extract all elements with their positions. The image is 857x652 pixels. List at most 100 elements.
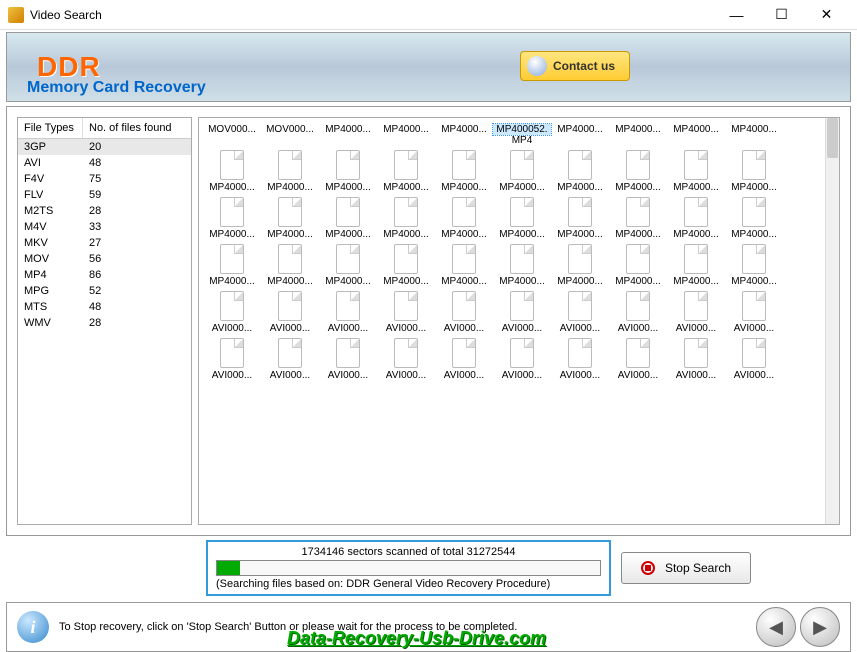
file-item[interactable]: MP4000... [319, 195, 377, 242]
file-item[interactable]: MP4000... [319, 122, 377, 148]
file-item[interactable]: AVI000... [203, 336, 261, 383]
file-label: AVI000... [667, 323, 725, 334]
file-item[interactable]: AVI000... [261, 289, 319, 336]
file-item[interactable]: MP400052.MP4 [493, 122, 551, 148]
table-row[interactable]: M2TS28 [18, 203, 191, 219]
file-item[interactable]: MP4000... [725, 195, 783, 242]
file-item[interactable]: MP4000... [493, 242, 551, 289]
stop-search-button[interactable]: Stop Search [621, 552, 751, 584]
maximize-button[interactable]: ☐ [759, 1, 804, 29]
file-item[interactable]: MP4000... [435, 242, 493, 289]
file-item[interactable]: MP4000... [493, 195, 551, 242]
file-icon [452, 197, 476, 227]
file-item[interactable]: AVI000... [551, 336, 609, 383]
table-row[interactable]: AVI48 [18, 155, 191, 171]
table-row[interactable]: F4V75 [18, 171, 191, 187]
vertical-scrollbar[interactable] [825, 118, 839, 524]
table-row[interactable]: MPG52 [18, 283, 191, 299]
file-item[interactable]: MP4000... [261, 195, 319, 242]
file-item[interactable]: AVI000... [667, 336, 725, 383]
file-icon [278, 150, 302, 180]
file-item[interactable]: MP4000... [725, 148, 783, 195]
table-row[interactable]: MOV56 [18, 251, 191, 267]
file-item[interactable]: AVI000... [261, 336, 319, 383]
file-item[interactable]: AVI000... [435, 336, 493, 383]
app-icon [8, 7, 24, 23]
table-row[interactable]: MTS48 [18, 299, 191, 315]
file-item[interactable]: MP4000... [667, 148, 725, 195]
file-item[interactable]: MP4000... [551, 242, 609, 289]
close-button[interactable]: ✕ [804, 1, 849, 29]
file-item[interactable]: MP4000... [667, 122, 725, 148]
file-item[interactable]: MP4000... [609, 195, 667, 242]
progress-fill [217, 561, 240, 575]
file-item[interactable]: MP4000... [319, 148, 377, 195]
file-label: MP4000... [667, 229, 725, 240]
file-item[interactable]: MP4000... [203, 242, 261, 289]
file-item[interactable]: MOV000... [203, 122, 261, 148]
table-row[interactable]: FLV59 [18, 187, 191, 203]
table-row[interactable]: M4V33 [18, 219, 191, 235]
file-item[interactable]: MP4000... [377, 122, 435, 148]
file-item[interactable]: MP4000... [551, 148, 609, 195]
file-item[interactable]: MP4000... [435, 195, 493, 242]
file-item[interactable]: AVI000... [377, 289, 435, 336]
file-label: MP4000... [435, 124, 493, 135]
file-item[interactable]: MP4000... [377, 195, 435, 242]
file-icon [510, 291, 534, 321]
file-item[interactable]: MP4000... [609, 242, 667, 289]
table-row[interactable]: WMV28 [18, 315, 191, 331]
file-item[interactable]: MP4000... [493, 148, 551, 195]
file-item[interactable]: MP4000... [377, 148, 435, 195]
file-item[interactable]: MP4000... [667, 242, 725, 289]
back-button[interactable]: ◀ [756, 607, 796, 647]
file-item[interactable]: MP4000... [725, 122, 783, 148]
file-item[interactable]: AVI000... [609, 289, 667, 336]
file-item[interactable]: MP4000... [261, 242, 319, 289]
file-item[interactable]: AVI000... [319, 336, 377, 383]
file-item[interactable]: MP4000... [203, 148, 261, 195]
file-item[interactable]: MP4000... [435, 122, 493, 148]
cell-type: MTS [18, 299, 83, 315]
file-item[interactable]: AVI000... [435, 289, 493, 336]
file-item[interactable]: AVI000... [725, 289, 783, 336]
file-icon [220, 291, 244, 321]
file-item[interactable]: AVI000... [493, 289, 551, 336]
table-body[interactable]: 3GP20AVI48F4V75FLV59M2TS28M4V33MKV27MOV5… [18, 139, 191, 524]
cell-count: 48 [83, 299, 191, 315]
file-item[interactable]: AVI000... [203, 289, 261, 336]
cell-type: MPG [18, 283, 83, 299]
file-item[interactable]: AVI000... [725, 336, 783, 383]
file-label: MP4000... [609, 124, 667, 135]
minimize-button[interactable]: — [714, 1, 759, 29]
file-item[interactable]: MP4000... [203, 195, 261, 242]
file-item[interactable]: MP4000... [725, 242, 783, 289]
file-item[interactable]: MP4000... [435, 148, 493, 195]
file-item[interactable]: MP4000... [609, 148, 667, 195]
file-item[interactable]: MOV000... [261, 122, 319, 148]
file-item[interactable]: AVI000... [319, 289, 377, 336]
file-item[interactable]: AVI000... [551, 289, 609, 336]
contact-us-button[interactable]: Contact us [520, 51, 630, 81]
file-grid[interactable]: MOV000...MOV000...MP4000...MP4000...MP40… [199, 118, 825, 524]
file-item[interactable]: MP4000... [377, 242, 435, 289]
scrollbar-thumb[interactable] [827, 118, 838, 158]
table-row[interactable]: MP486 [18, 267, 191, 283]
file-label: MP4000... [435, 229, 493, 240]
file-icon [568, 150, 592, 180]
table-row[interactable]: MKV27 [18, 235, 191, 251]
file-item[interactable]: AVI000... [609, 336, 667, 383]
cell-type: MOV [18, 251, 83, 267]
file-item[interactable]: MP4000... [551, 195, 609, 242]
file-item[interactable]: AVI000... [377, 336, 435, 383]
file-item[interactable]: MP4000... [551, 122, 609, 148]
file-item[interactable]: AVI000... [493, 336, 551, 383]
table-row[interactable]: 3GP20 [18, 139, 191, 155]
forward-button[interactable]: ▶ [800, 607, 840, 647]
file-item[interactable]: MP4000... [261, 148, 319, 195]
file-item[interactable]: MP4000... [609, 122, 667, 148]
file-item[interactable]: MP4000... [319, 242, 377, 289]
file-item[interactable]: AVI000... [667, 289, 725, 336]
cell-type: MP4 [18, 267, 83, 283]
file-item[interactable]: MP4000... [667, 195, 725, 242]
